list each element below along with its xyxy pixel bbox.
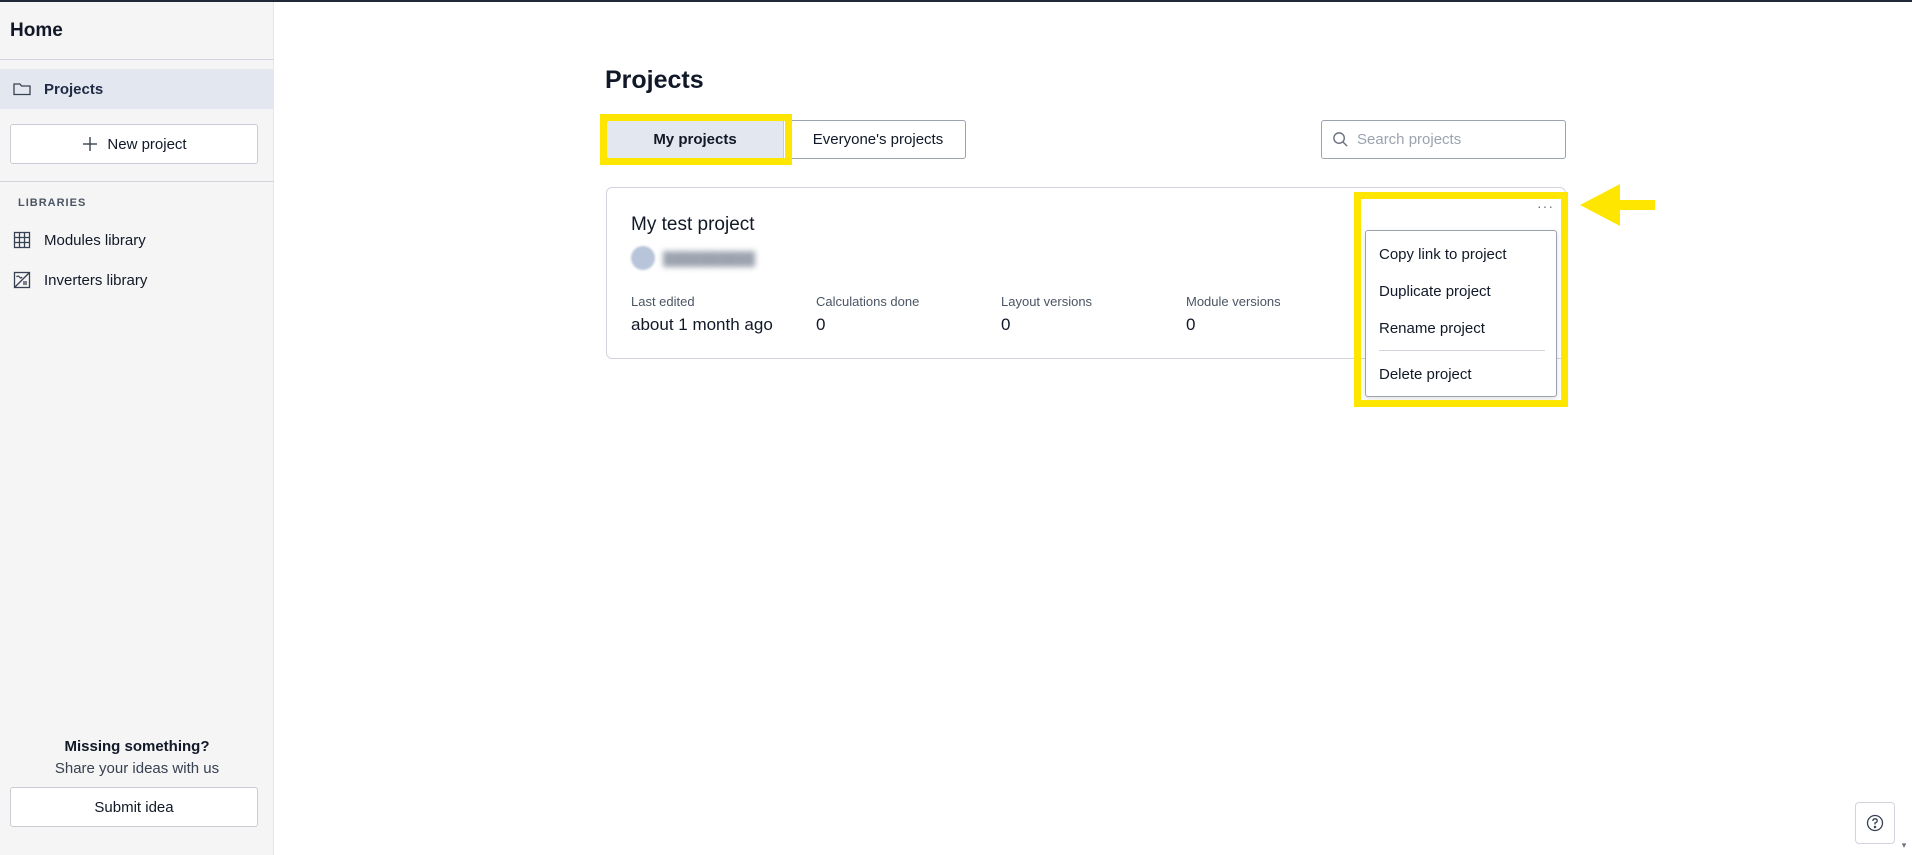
search-input[interactable] <box>1357 131 1557 148</box>
avatar <box>631 246 655 270</box>
grid-icon <box>13 231 31 249</box>
more-options-button[interactable]: ··· <box>1537 198 1554 214</box>
new-project-button[interactable]: New project <box>10 124 258 164</box>
project-context-menu: Copy link to project Duplicate project R… <box>1365 230 1557 397</box>
sidebar-item-modules-library[interactable]: Modules library <box>0 220 274 260</box>
stat-calculations-done: Calculations done 0 <box>816 294 919 335</box>
project-name: My test project <box>631 214 755 235</box>
stat-layout-versions: Layout versions 0 <box>1001 294 1092 335</box>
stat-value: 0 <box>1186 315 1196 334</box>
folder-icon <box>13 83 31 96</box>
search-box <box>1321 120 1566 159</box>
owner-name-redacted: ██████████ <box>663 250 756 266</box>
stat-label: Last edited <box>631 294 695 309</box>
stat-value: 0 <box>816 315 826 334</box>
inverter-icon <box>13 271 31 289</box>
scrollbar-down-arrow[interactable]: ▾ <box>1898 840 1910 852</box>
sidebar-item-label: Modules library <box>44 231 146 249</box>
search-icon <box>1333 132 1348 147</box>
tab-my-projects[interactable]: My projects <box>606 120 784 159</box>
stat-label: Layout versions <box>1001 294 1093 309</box>
help-button[interactable] <box>1855 802 1895 844</box>
sidebar-item-projects[interactable]: Projects <box>0 69 274 109</box>
stat-label: Calculations done <box>816 294 920 309</box>
menu-item-duplicate[interactable]: Duplicate project <box>1366 276 1556 306</box>
feedback-title: Missing something? <box>64 738 210 755</box>
sidebar-title: Home <box>10 20 63 41</box>
plus-icon <box>83 137 98 151</box>
sidebar-item-inverters-library[interactable]: Inverters library <box>0 260 274 300</box>
tab-everyones-projects[interactable]: Everyone's projects <box>790 120 966 159</box>
menu-item-delete[interactable]: Delete project <box>1366 359 1556 389</box>
page-title: Projects <box>605 66 704 94</box>
menu-item-copy-link[interactable]: Copy link to project <box>1366 239 1556 269</box>
feedback-subtitle: Share your ideas with us <box>54 760 220 777</box>
sidebar-item-label: Inverters library <box>44 271 148 289</box>
sidebar-divider <box>0 181 274 182</box>
sidebar-divider <box>0 59 274 60</box>
libraries-section-label: LIBRARIES <box>18 197 87 209</box>
stat-last-edited: Last edited about 1 month ago <box>631 294 773 335</box>
submit-idea-button[interactable]: Submit idea <box>10 787 258 827</box>
stat-value: about 1 month ago <box>631 315 773 334</box>
stat-label: Module versions <box>1186 294 1281 309</box>
project-owner: ██████████ <box>631 246 755 270</box>
arrow-pointer-icon <box>1580 184 1655 226</box>
menu-item-rename[interactable]: Rename project <box>1366 313 1556 343</box>
question-icon <box>1866 814 1884 832</box>
menu-divider <box>1379 350 1545 351</box>
new-project-label: New project <box>107 135 187 153</box>
sidebar: Home Projects New project LIBRARIES Modu… <box>0 2 274 855</box>
sidebar-item-label: Projects <box>44 80 104 98</box>
stat-module-versions: Module versions 0 <box>1186 294 1281 335</box>
submit-idea-label: Submit idea <box>94 798 174 816</box>
stat-value: 0 <box>1001 315 1011 334</box>
